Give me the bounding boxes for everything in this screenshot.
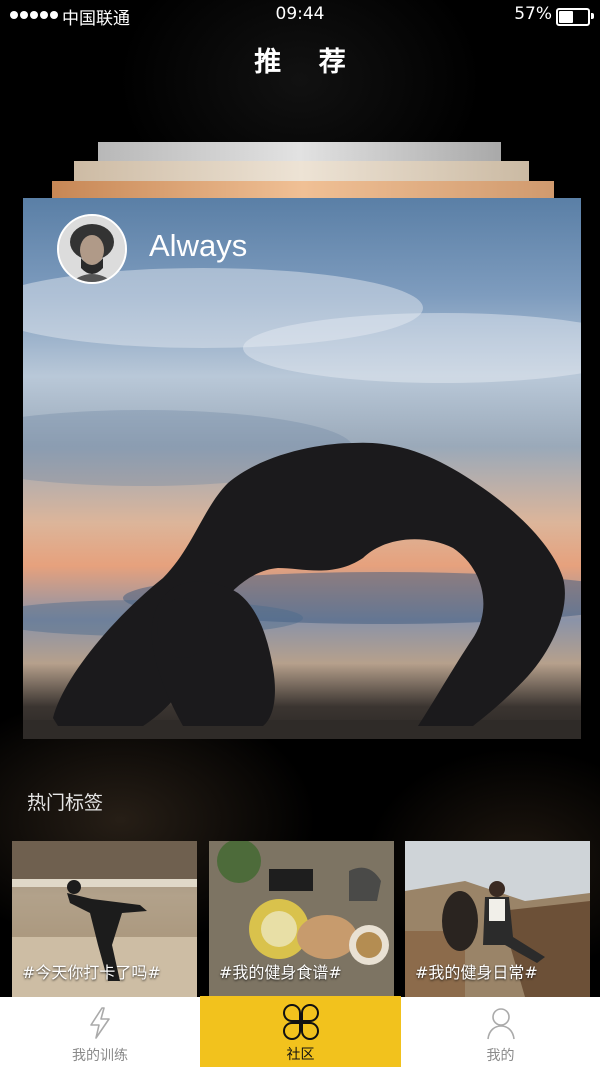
tag-card-daily[interactable]: #我的健身日常# [405,841,590,997]
tab-bar: 我的训练 社区 我的 [0,996,600,1067]
avatar-portrait-icon [59,216,125,282]
clover-icon [282,1004,319,1040]
battery-percent: 57% [514,4,552,24]
tag-label: #我的健身日常# [415,963,538,982]
tab-me[interactable]: 我的 [401,997,600,1067]
tag-card-checkin[interactable]: #今天你打卡了吗# [12,841,197,997]
clock: 09:44 [275,4,325,24]
avatar[interactable] [57,214,127,284]
person-icon [486,1008,515,1040]
lightning-icon [90,1007,110,1039]
tab-label: 我的训练 [72,1048,128,1064]
hot-tags-title: 热门标签 [27,792,104,814]
tag-label: #今天你打卡了吗# [22,963,161,982]
status-bar: 中国联通 09:44 57% [0,0,600,32]
tag-label: #我的健身食谱# [219,963,342,982]
tag-card-recipe[interactable]: #我的健身食谱# [209,841,394,997]
tab-label: 社区 [286,1047,315,1063]
battery-icon [556,8,594,26]
tab-community[interactable]: 社区 [200,996,401,1067]
tab-my-training[interactable]: 我的训练 [0,997,200,1067]
tab-label: 我的 [486,1048,515,1064]
feature-card[interactable]: Always [23,198,581,739]
username: Always [149,228,248,263]
page-title: 推 荐 [254,47,360,78]
